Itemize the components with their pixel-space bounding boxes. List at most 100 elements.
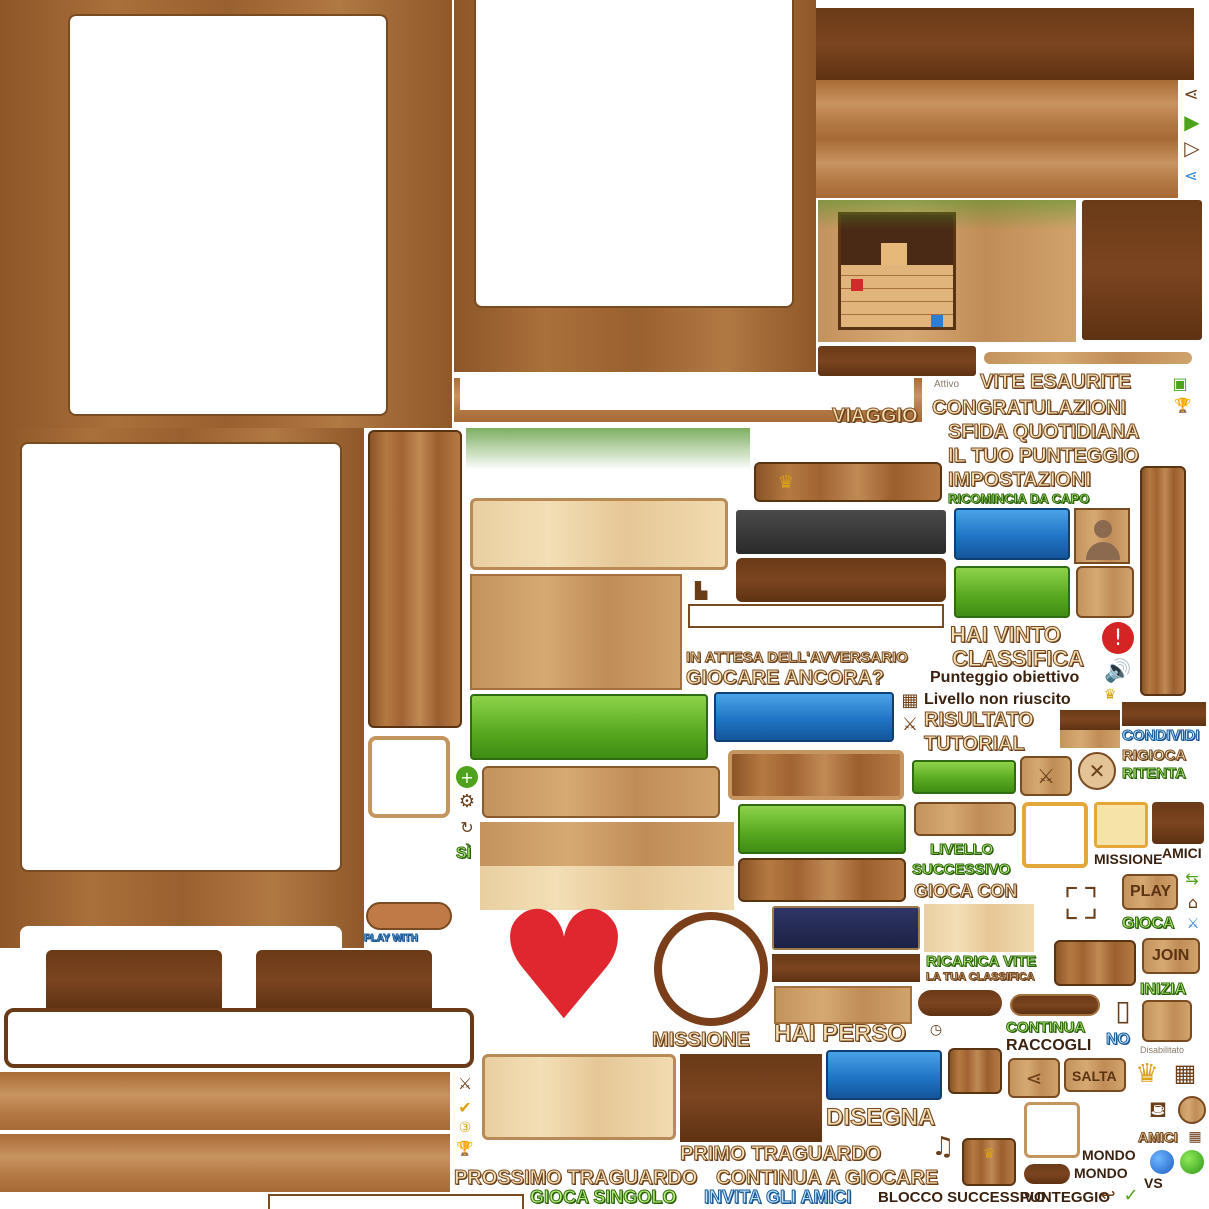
hanging-sign-crown: ♛ (962, 1138, 1016, 1186)
primo-traguardo-label: PRIMO TRAGUARDO (679, 1143, 882, 1165)
blue-button[interactable] (954, 508, 1070, 560)
dark-wood-tile (1082, 200, 1202, 340)
swords-icon: ⚔ (457, 1073, 473, 1093)
light-wood-button[interactable] (470, 498, 728, 570)
il-tuo-punteggio-label: IL TUO PUNTEGGIO (948, 445, 1140, 467)
dark-wood-panel (680, 1054, 822, 1142)
close-icon[interactable]: ✕ (1078, 752, 1116, 790)
share-icon: ⋖ (1183, 83, 1199, 105)
calendar-icon: ▦ (1173, 1059, 1197, 1087)
green-small-button[interactable] (912, 760, 1016, 794)
phone-icon: ▯ (1115, 993, 1131, 1027)
dark-wood-pill (918, 990, 1002, 1016)
share-button[interactable]: ⋖ (1008, 1058, 1060, 1098)
missione-label: MISSIONE (652, 1029, 751, 1051)
ricomincia-label: RICOMINCIA DA CAPO (947, 491, 1090, 506)
congratulazioni-label: CONGRATULAZIONI (931, 397, 1127, 419)
mondo-label-2: MONDO (1074, 1165, 1128, 1181)
gioca-con-label: GIOCA CON (913, 881, 1018, 901)
salta-button-label: SALTA (1072, 1068, 1117, 1084)
gold-tile (1094, 802, 1148, 848)
wood-bar (0, 1134, 450, 1192)
game-preview-card (818, 200, 1076, 342)
wood-pill (366, 902, 452, 930)
vines-decoration (466, 428, 750, 470)
wood-square-button[interactable] (1142, 1000, 1192, 1042)
framed-wood-button[interactable] (728, 750, 904, 800)
clock-icon: ◷ (929, 1022, 943, 1038)
wood-panel (470, 574, 682, 690)
alert-icon: ! (1102, 622, 1134, 654)
swords-button[interactable]: ⚔ (1020, 756, 1072, 796)
white-strip (268, 1194, 524, 1209)
home-icon: ⌂ (1187, 892, 1199, 912)
dark-wood-chip (1060, 710, 1120, 730)
prossimo-traguardo-label: PROSSIMO TRAGUARDO (453, 1167, 698, 1189)
round-frame (654, 912, 768, 1026)
refresh-icon: ↻ (460, 817, 474, 837)
giocare-ancora-label: GIOCARE ANCORA? (685, 667, 885, 689)
grid-gem-blue (931, 315, 943, 327)
join-button[interactable]: JOIN (1142, 938, 1200, 974)
grid-gem-red (851, 279, 863, 291)
wood-bar (816, 80, 1178, 140)
wood-button[interactable] (482, 766, 720, 818)
plus-icon: + (456, 766, 478, 788)
green-button[interactable] (738, 804, 906, 854)
navy-button[interactable] (772, 906, 920, 950)
light-wood-button[interactable] (482, 1054, 676, 1140)
green-button[interactable] (954, 566, 1070, 618)
check-icon: ✔ (458, 1097, 472, 1117)
round-wood-button[interactable] (1178, 1096, 1206, 1124)
blue-large-button[interactable] (714, 692, 894, 742)
calendar-icon: ▣ (1172, 373, 1188, 393)
swords-icon: ⚔ (901, 713, 919, 735)
missione-small-label: MISSIONE (1094, 851, 1163, 867)
vs-label: VS (1144, 1175, 1163, 1191)
wood-strip-thin (984, 352, 1192, 364)
inizia-label: INIZIA (1139, 981, 1187, 998)
amici-label: AMICI (1138, 1129, 1179, 1145)
dark-wood-pill (1024, 1164, 1070, 1184)
in-attesa-label: IN ATTESA DELL'AVVERSARIO (686, 649, 909, 666)
wood-small-button[interactable] (914, 802, 1016, 836)
gioca-label: GIOCA (1121, 915, 1175, 932)
wood-square-button[interactable] (1076, 566, 1134, 618)
si-label: SÌ (455, 845, 472, 862)
frame-panel-large-1 (0, 0, 452, 428)
rigioca-label: RIGIOCA (1121, 747, 1187, 764)
vite-esaurite-label: VITE ESAURITE (979, 371, 1132, 393)
play-button-label: PLAY (1130, 883, 1172, 900)
wood-button[interactable] (738, 858, 906, 902)
dark-wood-strip (772, 954, 920, 982)
wood-button[interactable] (1054, 940, 1136, 986)
podium-icon: ▙ (694, 580, 708, 600)
back-arrow-icon: ↩ (1100, 1184, 1116, 1206)
trophy-icon: 🏆 (1174, 398, 1192, 414)
speaker-icon: 🔊 (1104, 658, 1132, 684)
tab-left[interactable] (46, 950, 222, 1010)
dark-wood-button[interactable] (736, 558, 946, 602)
sprite-atlas: ⋖ ▶ ▷ ⋖ Attivo VITE ESAURITE ▣ VIAGGIO C… (0, 0, 1209, 1209)
frame-panel-window (474, 0, 794, 308)
la-tua-classifica-label: LA TUA CLASSIFICA (926, 971, 1036, 983)
disabilitato-label: Disabilitato (1140, 1045, 1185, 1055)
blue-button[interactable] (826, 1050, 942, 1100)
amici-small-label: AMICI (1162, 845, 1202, 861)
salta-button[interactable]: SALTA (1064, 1058, 1126, 1092)
raccogli-label: RACCOGLI (1006, 1037, 1092, 1054)
dark-gray-button[interactable] (736, 510, 946, 554)
progress-bar-frame (688, 604, 944, 628)
play-circle-icon: ▷ (1184, 136, 1200, 160)
frame-panel-window (68, 14, 388, 416)
avatar-head (1094, 520, 1112, 538)
green-large-button[interactable] (470, 694, 708, 760)
tall-wood-panel-narrow (1140, 466, 1186, 696)
blue-orb (1150, 1150, 1174, 1174)
hai-perso-label: HAI PERSO (773, 1020, 907, 1047)
gear-icon: ⚙ (458, 790, 476, 812)
play-button[interactable]: PLAY (1122, 874, 1178, 910)
light-wood-bar (924, 904, 1034, 952)
tab-right[interactable] (256, 950, 432, 1010)
hai-vinto-label: HAI VINTO (950, 622, 1062, 647)
